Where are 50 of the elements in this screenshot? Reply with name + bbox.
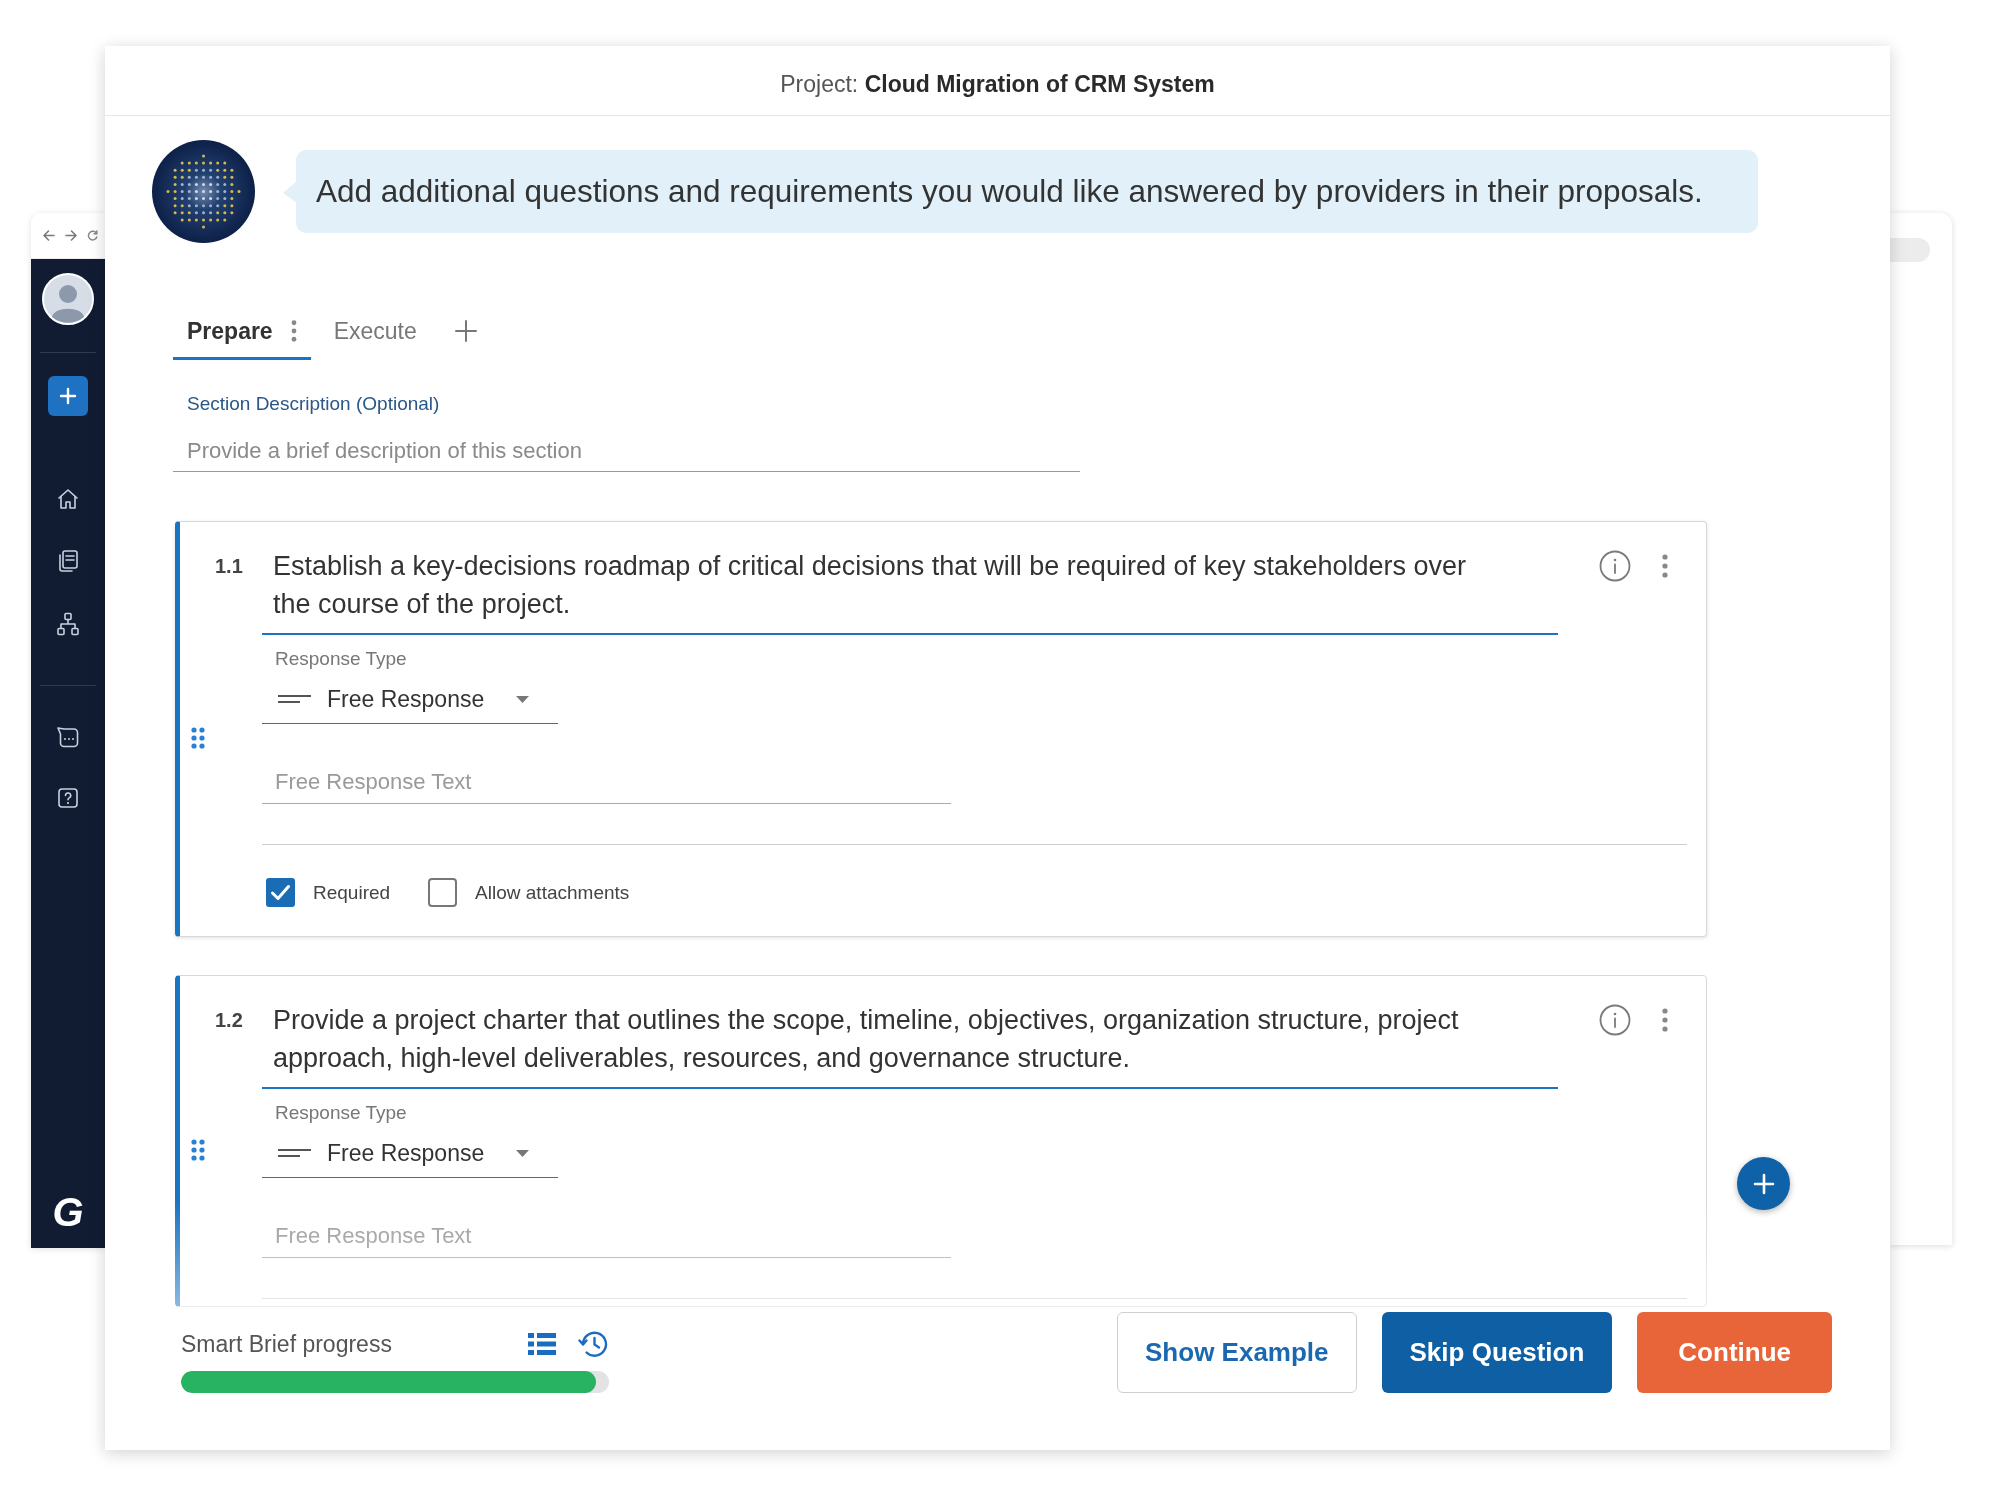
field-label: Section Description (Optional) [187,392,440,416]
question-field[interactable]: Provide a project charter that outlines the scope, timeline, objectives, organization structure, project approach, high-level deliverables, resources, and governance structure. [262,1001,1558,1089]
question-field[interactable]: Establish a key-decisions roadmap of critical decisions that will be required of key stakeholders over the course of the project. [262,547,1558,635]
checkbox[interactable] [428,878,458,907]
dotted-orb-icon [152,140,255,243]
history-icon[interactable] [577,1329,609,1359]
add-question-button[interactable] [1737,1157,1790,1210]
tab[interactable]: Prepare [173,305,311,360]
plus-icon [58,386,78,406]
response-type-select[interactable]: Free Response [262,1125,558,1178]
add-button[interactable] [48,376,88,416]
kebab-menu-icon[interactable] [290,320,297,342]
checkbox-label: Allow attachments [475,880,630,905]
drag-handle-icon[interactable] [190,727,205,749]
chat-icon[interactable] [55,724,81,750]
response-text-field[interactable]: Free Response Text [262,761,951,804]
reload-icon[interactable] [87,230,98,241]
list-icon[interactable] [528,1332,556,1356]
short-text-icon [278,694,311,704]
response-text-field[interactable]: Free Response Text [262,1215,951,1258]
forward-arrow-icon[interactable] [65,230,77,241]
description-field[interactable]: Provide a brief description of this section [173,431,1080,472]
caret-icon [516,695,529,703]
action-button[interactable]: Show Example [1117,1312,1357,1393]
checkbox[interactable] [266,878,295,907]
plus-icon [1751,1171,1776,1196]
field-label: Response Type [275,1101,407,1125]
plus-icon[interactable] [454,320,477,342]
question-number: 1.1 [215,554,243,579]
back-arrow-icon[interactable] [43,230,55,241]
info-icon[interactable] [1599,1004,1631,1036]
caret-icon [516,1149,529,1157]
progress-label: Smart Brief progress [181,1330,392,1359]
field-label: Response Type [275,647,407,671]
home-icon[interactable] [55,486,81,512]
sitemap-icon[interactable] [55,611,81,637]
user-avatar-icon[interactable] [42,273,94,325]
project-title: Project: Cloud Migration of CRM System [780,71,1215,98]
response-type-select[interactable]: Free Response [262,671,558,724]
kebab-menu-icon[interactable] [1662,1008,1668,1032]
question-number: 1.2 [215,1008,243,1033]
checkbox-label: Required [313,880,391,905]
short-text-icon [278,1148,311,1158]
tab[interactable]: Execute [319,305,431,360]
action-button[interactable]: Skip Question [1381,1312,1613,1393]
help-icon[interactable] [55,785,81,811]
brand-logo[interactable]: G [52,1190,84,1234]
drag-handle-icon[interactable] [190,1139,205,1161]
kebab-menu-icon[interactable] [1662,554,1668,578]
info-icon[interactable] [1599,550,1631,582]
